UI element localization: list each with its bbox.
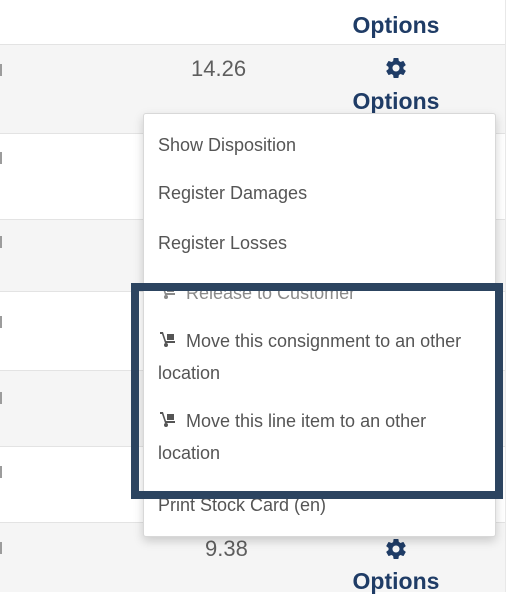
menu-item-register-damages[interactable]: Register Damages [158,177,483,209]
gear-icon[interactable] [384,537,408,561]
hand-truck-icon [158,281,178,299]
hand-truck-icon [158,409,178,429]
cell-edge-mark [0,542,2,554]
cell-edge-mark [0,392,2,404]
menu-item-move-consignment[interactable]: Move this consignment to an other locati… [158,325,483,389]
cell-edge-mark [0,64,2,76]
cell-edge-mark [0,466,2,478]
menu-item-label: Move this consignment to an other locati… [158,331,462,383]
menu-item-label: Release to Customer [186,283,356,299]
cell-edge-mark [0,152,2,164]
options-button[interactable]: Options [341,88,451,115]
menu-item-print-stock-card[interactable]: Print Stock Card (en) [158,489,483,521]
options-button[interactable]: Options [341,568,451,595]
cell-edge-mark [0,236,2,248]
row-divider [0,44,505,45]
menu-item-show-disposition[interactable]: Show Disposition [158,129,483,161]
menu-item-label: Move this line item to an other location [158,411,427,463]
cell-edge-mark [0,316,2,328]
options-dropdown-menu: Show Disposition Register Damages Regist… [143,113,496,537]
gear-icon[interactable] [384,56,408,80]
amount-value: 9.38 [205,536,248,561]
menu-item-release-to-customer[interactable]: Release to Customer [158,277,483,299]
options-button[interactable]: Options [341,12,451,39]
hand-truck-icon [158,329,178,349]
table-edge [505,0,506,592]
menu-item-register-losses[interactable]: Register Losses [158,227,483,259]
amount-value: 14.26 [191,56,247,81]
menu-item-move-line-item[interactable]: Move this line item to an other location [158,405,483,469]
